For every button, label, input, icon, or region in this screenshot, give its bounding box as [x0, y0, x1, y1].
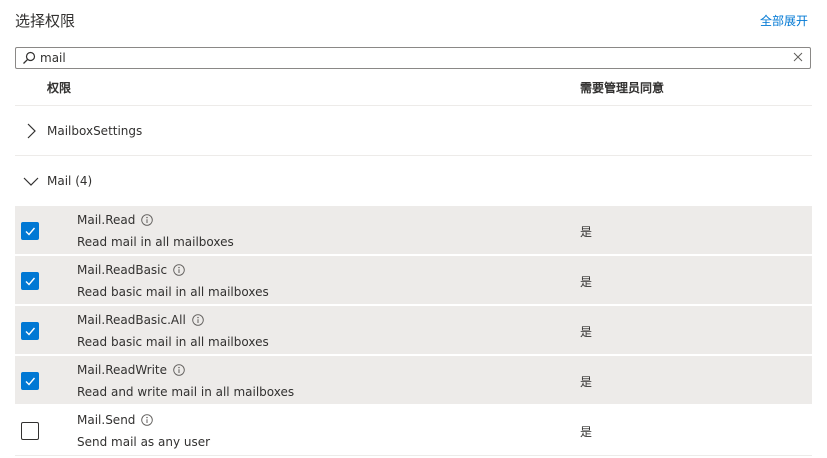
permission-row-mail-send[interactable]: Mail.Send Send mail as any user 是	[15, 406, 812, 454]
chevron-down-icon[interactable]	[23, 173, 39, 189]
permission-name: Mail.Read	[77, 213, 136, 227]
info-icon[interactable]	[173, 264, 185, 276]
info-icon[interactable]	[192, 314, 204, 326]
info-icon[interactable]	[141, 414, 154, 426]
admin-consent-value: 是	[580, 375, 593, 389]
permission-row-mail-read[interactable]: Mail.Read Read mail in all mailboxes 是	[15, 206, 812, 254]
group-mailboxsettings[interactable]: MailboxSettings	[15, 108, 812, 154]
permission-row-mail-readbasic[interactable]: Mail.ReadBasic Read basic mail in all ma…	[15, 256, 812, 304]
info-icon[interactable]	[173, 364, 185, 376]
checkbox[interactable]	[21, 322, 39, 340]
column-header-admin-consent: 需要管理员同意	[580, 81, 665, 95]
permission-name: Mail.ReadWrite	[77, 363, 168, 377]
panel-title: 选择权限	[15, 12, 76, 30]
divider	[15, 155, 812, 156]
permission-description: Read and write mail in all mailboxes	[77, 385, 295, 399]
admin-consent-value: 是	[580, 425, 593, 439]
search-box[interactable]: mail	[15, 47, 811, 69]
checkbox[interactable]	[21, 372, 39, 390]
permission-name: Mail.ReadBasic.All	[77, 313, 186, 327]
permission-name: Mail.Send	[77, 413, 136, 427]
permission-row-mail-readbasic-all[interactable]: Mail.ReadBasic.All Read basic mail in al…	[15, 306, 812, 354]
chevron-right-icon[interactable]	[23, 123, 39, 139]
permission-description: Read mail in all mailboxes	[77, 235, 234, 249]
permission-name: Mail.ReadBasic	[77, 263, 168, 277]
admin-consent-value: 是	[580, 225, 593, 239]
permission-description: Read basic mail in all mailboxes	[77, 335, 269, 349]
column-header-permission: 权限	[47, 81, 72, 95]
group-label: Mail (4)	[47, 174, 93, 188]
checkbox[interactable]	[21, 422, 39, 440]
group-mail[interactable]: Mail (4)	[15, 158, 812, 204]
search-icon	[23, 51, 36, 64]
checkbox[interactable]	[21, 222, 39, 240]
info-icon[interactable]	[141, 214, 154, 226]
expand-all-link[interactable]: 全部展开	[760, 12, 808, 29]
group-label: MailboxSettings	[47, 124, 143, 138]
admin-consent-value: 是	[580, 275, 593, 289]
divider	[15, 455, 812, 456]
permission-description: Read basic mail in all mailboxes	[77, 285, 269, 299]
divider	[15, 105, 812, 106]
admin-consent-value: 是	[580, 325, 593, 339]
close-icon[interactable]	[792, 51, 804, 63]
search-input[interactable]: mail	[40, 51, 66, 65]
permission-description: Send mail as any user	[77, 435, 211, 449]
checkbox[interactable]	[21, 272, 39, 290]
permission-row-mail-readwrite[interactable]: Mail.ReadWrite Read and write mail in al…	[15, 356, 812, 404]
